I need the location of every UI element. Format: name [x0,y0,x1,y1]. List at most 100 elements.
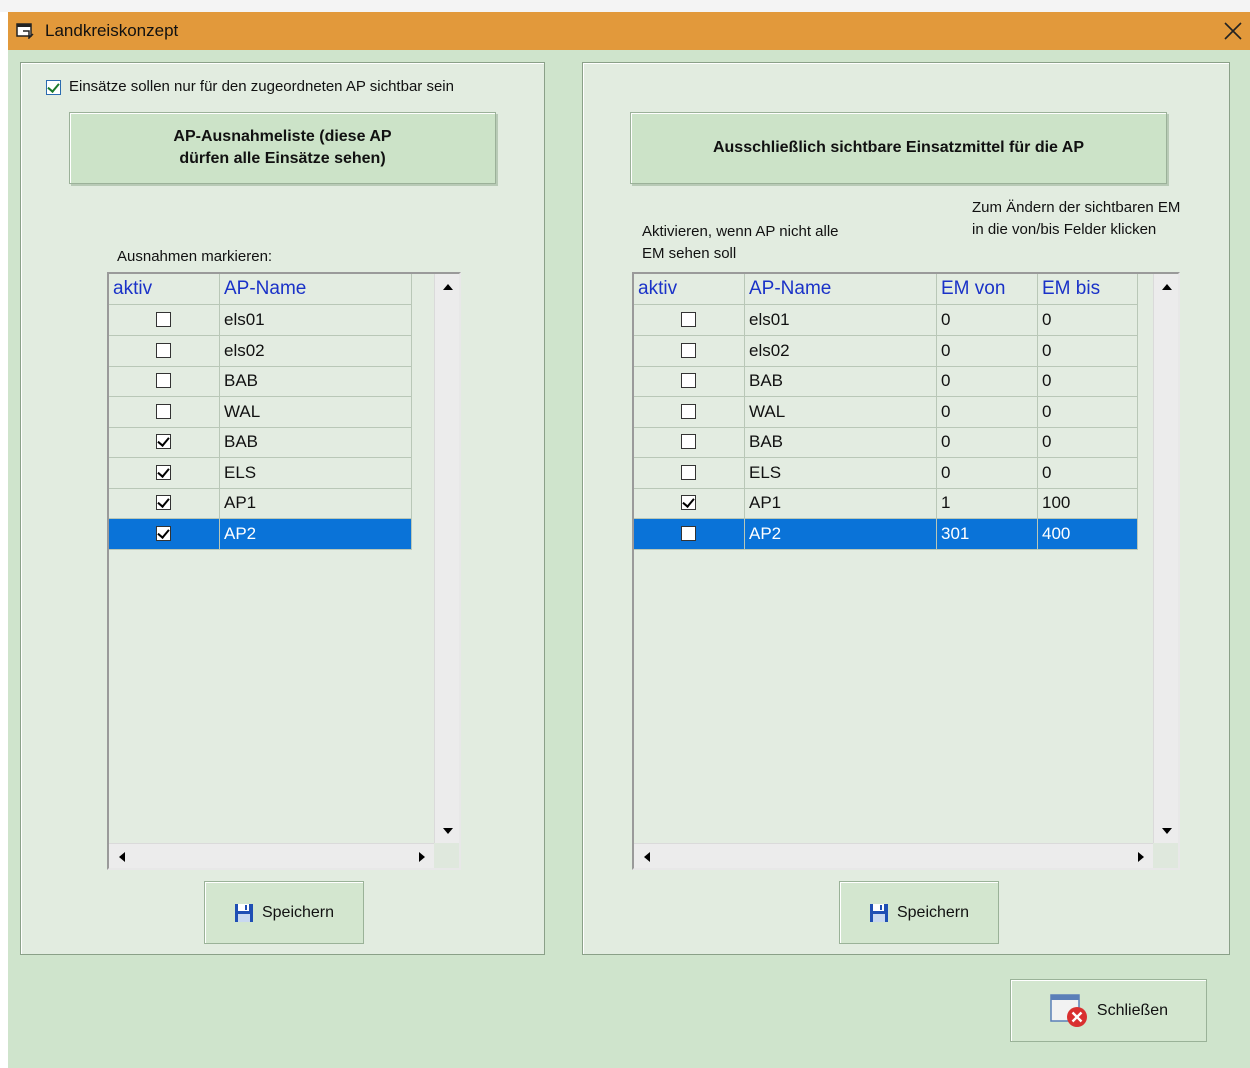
aktiv-checkbox[interactable] [681,525,696,541]
em-von-cell[interactable]: 0 [937,396,1038,428]
aktiv-checkbox[interactable] [156,525,171,541]
aktiv-checkbox[interactable] [681,373,696,388]
ap-name-cell[interactable]: AP2 [220,518,412,550]
aktiv-cell [109,396,220,428]
table-row[interactable]: BAB [109,427,412,458]
em-von-cell[interactable]: 0 [937,366,1038,397]
scroll-left-arrow-icon[interactable] [634,844,659,869]
em-bis-cell[interactable]: 0 [1038,457,1138,489]
table-row[interactable]: els01 0 0 [634,305,1138,336]
em-bis-cell[interactable]: 0 [1038,366,1138,397]
em-von-cell[interactable]: 0 [937,457,1038,489]
ap-name-cell[interactable]: BAB [745,366,937,397]
ap-name-cell[interactable]: els02 [220,335,412,367]
aktiv-checkbox[interactable] [156,434,171,449]
table-row[interactable]: WAL 0 0 [634,396,1138,428]
vertical-scrollbar[interactable] [434,274,459,843]
horizontal-scrollbar[interactable] [634,843,1153,868]
aktiv-checkbox[interactable] [156,495,171,510]
aktiv-checkbox[interactable] [681,434,696,449]
scroll-right-arrow-icon[interactable] [409,844,434,869]
aktiv-checkbox[interactable] [156,373,171,388]
save-exceptions-button[interactable]: Speichern [204,881,364,944]
table-row[interactable]: els01 [109,305,412,336]
scroll-left-arrow-icon[interactable] [109,844,134,869]
horizontal-scrollbar[interactable] [109,843,434,868]
em-von-cell[interactable]: 1 [937,488,1038,519]
scroll-down-arrow-icon[interactable] [1154,818,1179,843]
aktiv-checkbox[interactable] [681,464,696,480]
ap-name-cell[interactable]: WAL [745,396,937,428]
table-row[interactable]: els02 0 0 [634,335,1138,367]
exceptions-header: AP-Ausnahmeliste (diese AP dürfen alle E… [69,112,496,184]
table-row[interactable]: AP2 301 400 [634,518,1138,550]
aktiv-checkbox[interactable] [681,342,696,358]
change-hint-label: Zum Ändern der sichtbaren EM in die von/… [972,199,1181,238]
ap-name-cell[interactable]: BAB [220,427,412,458]
close-button[interactable]: Schließen [1010,979,1207,1042]
aktiv-checkbox[interactable] [681,403,696,419]
grid-header-row: aktiv AP-Name [109,274,412,305]
table-row[interactable]: AP1 1 100 [634,488,1138,519]
aktiv-checkbox[interactable] [156,464,171,480]
em-von-cell[interactable]: 0 [937,335,1038,367]
window-icon [16,23,34,39]
scroll-up-arrow-icon[interactable] [1154,274,1179,299]
em-bis-cell[interactable]: 100 [1038,488,1138,519]
vertical-scrollbar[interactable] [1153,274,1178,843]
aktiv-checkbox[interactable] [681,312,696,327]
ap-name-cell[interactable]: els02 [745,335,937,367]
aktiv-checkbox[interactable] [156,342,171,358]
scrollbar-corner [434,843,459,868]
aktiv-checkbox[interactable] [681,495,696,510]
table-row[interactable]: BAB 0 0 [634,366,1138,397]
ap-name-cell[interactable]: AP1 [220,488,412,519]
em-von-cell[interactable]: 0 [937,427,1038,458]
scroll-down-arrow-icon[interactable] [435,818,460,843]
table-row[interactable]: AP2 [109,518,412,550]
em-bis-cell[interactable]: 400 [1038,518,1138,550]
column-header-ap-name[interactable]: AP-Name [745,274,937,305]
aktiv-cell [634,305,745,336]
ap-name-cell[interactable]: ELS [745,457,937,489]
scroll-right-arrow-icon[interactable] [1128,844,1153,869]
table-row[interactable]: ELS 0 0 [634,457,1138,489]
table-row[interactable]: AP1 [109,488,412,519]
ap-name-cell[interactable]: AP1 [745,488,937,519]
em-bis-cell[interactable]: 0 [1038,305,1138,336]
em-bis-cell[interactable]: 0 [1038,335,1138,367]
aktiv-checkbox[interactable] [156,403,171,419]
em-bis-cell[interactable]: 0 [1038,396,1138,428]
aktiv-checkbox[interactable] [156,312,171,327]
em-bis-cell[interactable]: 0 [1038,427,1138,458]
ap-name-cell[interactable]: ELS [220,457,412,489]
table-row[interactable]: WAL [109,396,412,428]
table-row[interactable]: BAB 0 0 [634,427,1138,458]
column-header-em-bis[interactable]: EM bis [1038,274,1138,305]
column-header-aktiv[interactable]: aktiv [109,274,220,305]
ap-name-cell[interactable]: els01 [220,305,412,336]
column-header-ap-name[interactable]: AP-Name [220,274,412,305]
em-von-cell[interactable]: 0 [937,305,1038,336]
table-row[interactable]: els02 [109,335,412,367]
grid-header-row: aktiv AP-Name EM von EM bis [634,274,1138,305]
save-visible-units-button[interactable]: Speichern [839,881,999,944]
ap-name-cell[interactable]: AP2 [745,518,937,550]
aktiv-cell [109,518,220,550]
ap-name-cell[interactable]: BAB [745,427,937,458]
table-row[interactable]: BAB [109,366,412,397]
close-icon[interactable] [1218,16,1248,46]
column-header-aktiv[interactable]: aktiv [634,274,745,305]
visible-units-grid[interactable]: aktiv AP-Name EM von EM bis els01 0 0 els02… [632,272,1180,870]
ap-name-cell[interactable]: WAL [220,396,412,428]
table-row[interactable]: ELS [109,457,412,489]
title-bar[interactable]: Landkreiskonzept [8,12,1250,50]
exceptions-grid[interactable]: aktiv AP-Name els01 els02 BAB WAL BAB ELS AP1 A… [107,272,461,870]
column-header-em-von[interactable]: EM von [937,274,1038,305]
mark-exceptions-label: Ausnahmen markieren: [117,248,273,265]
scroll-up-arrow-icon[interactable] [435,274,460,299]
ap-name-cell[interactable]: BAB [220,366,412,397]
ap-name-cell[interactable]: els01 [745,305,937,336]
only-assigned-checkbox[interactable] [46,80,61,95]
em-von-cell[interactable]: 301 [937,518,1038,550]
